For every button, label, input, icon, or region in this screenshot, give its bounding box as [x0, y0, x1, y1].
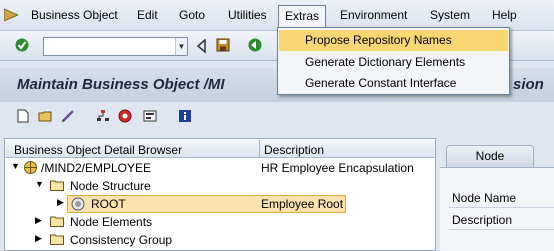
open-folder-icon[interactable]	[38, 109, 52, 123]
node-icon	[71, 197, 85, 211]
menu-item-generate-constant-interface[interactable]: Generate Constant Interface	[279, 73, 508, 94]
new-document-icon[interactable]	[16, 109, 30, 123]
folder-open-icon	[50, 180, 64, 191]
expand-arrow-icon[interactable]: ▼	[35, 179, 44, 189]
tree-row[interactable]: ▼ /MIND2/EMPLOYEE HR Employee Encapsulat…	[5, 159, 435, 177]
tree-row[interactable]: ▶ Consistency Group	[5, 231, 435, 249]
field-divider	[449, 207, 554, 208]
field-divider	[449, 229, 554, 230]
expand-arrow-icon[interactable]: ▼	[11, 161, 20, 171]
tree-row-description: HR Employee Encapsulation	[261, 161, 414, 175]
menu-item-generate-dictionary-elements[interactable]: Generate Dictionary Elements	[279, 52, 508, 73]
enter-check-icon[interactable]	[15, 38, 29, 52]
tree-header-browser[interactable]: Business Object Detail Browser	[14, 143, 182, 157]
tree-header-description[interactable]: Description	[264, 143, 324, 157]
page-title-tail: sion	[513, 76, 544, 93]
back-triangle-icon[interactable]	[195, 39, 209, 53]
edit-pencil-icon[interactable]	[61, 109, 75, 123]
activate-icon[interactable]	[118, 109, 132, 123]
menu-extras[interactable]: Extras	[278, 5, 327, 27]
tree-row-label: Node Structure	[70, 179, 151, 193]
tree-row-label: Node Elements	[70, 215, 153, 229]
collapse-arrow-icon[interactable]: ▶	[35, 215, 42, 226]
field-node-name-label: Node Name	[452, 191, 517, 205]
command-field-dropdown-icon[interactable]: ▼	[175, 38, 187, 55]
menu-utilities[interactable]: Utilities	[228, 8, 267, 22]
tab-node[interactable]: Node	[446, 145, 534, 167]
menu-help[interactable]: Help	[492, 8, 517, 22]
header-divider	[259, 140, 260, 158]
tree-row[interactable]: ▶ Node Elements	[5, 213, 435, 231]
tree-row-selected[interactable]: ▶ ROOT Employee Root	[5, 195, 435, 213]
extras-dropdown-menu: Propose Repository Names Generate Dictio…	[277, 27, 510, 95]
menu-goto[interactable]: Goto	[179, 8, 205, 22]
tree-row-label: ROOT	[91, 197, 126, 211]
application-toolbar	[0, 103, 554, 131]
tree-row-label: Consistency Group	[70, 233, 173, 247]
folder-icon	[50, 234, 64, 245]
page-title: Maintain Business Object /MI	[17, 76, 225, 93]
business-object-icon	[24, 161, 37, 174]
save-icon[interactable]	[216, 38, 230, 52]
tree-row-description: Employee Root	[261, 197, 344, 211]
hierarchy-icon[interactable]	[96, 109, 110, 123]
collapse-arrow-icon[interactable]: ▶	[57, 197, 64, 208]
display-object-icon[interactable]	[143, 109, 157, 123]
collapse-arrow-icon[interactable]: ▶	[35, 233, 42, 244]
back-arrow-icon[interactable]	[248, 38, 262, 52]
menu-business-object[interactable]: Business Object	[31, 8, 118, 22]
tree-row[interactable]: ▼ Node Structure	[5, 177, 435, 195]
menu-edit[interactable]: Edit	[137, 8, 158, 22]
menu-system[interactable]: System	[430, 8, 470, 22]
field-description-label: Description	[452, 213, 513, 227]
info-icon[interactable]	[178, 109, 192, 123]
tab-content	[440, 167, 554, 251]
folder-icon	[50, 216, 64, 227]
command-field[interactable]	[43, 37, 188, 56]
menu-item-propose-repository-names[interactable]: Propose Repository Names	[279, 30, 508, 51]
tree-row-label: /MIND2/EMPLOYEE	[41, 161, 152, 175]
sap-menu-icon[interactable]	[4, 7, 18, 23]
menu-environment[interactable]: Environment	[340, 8, 407, 22]
